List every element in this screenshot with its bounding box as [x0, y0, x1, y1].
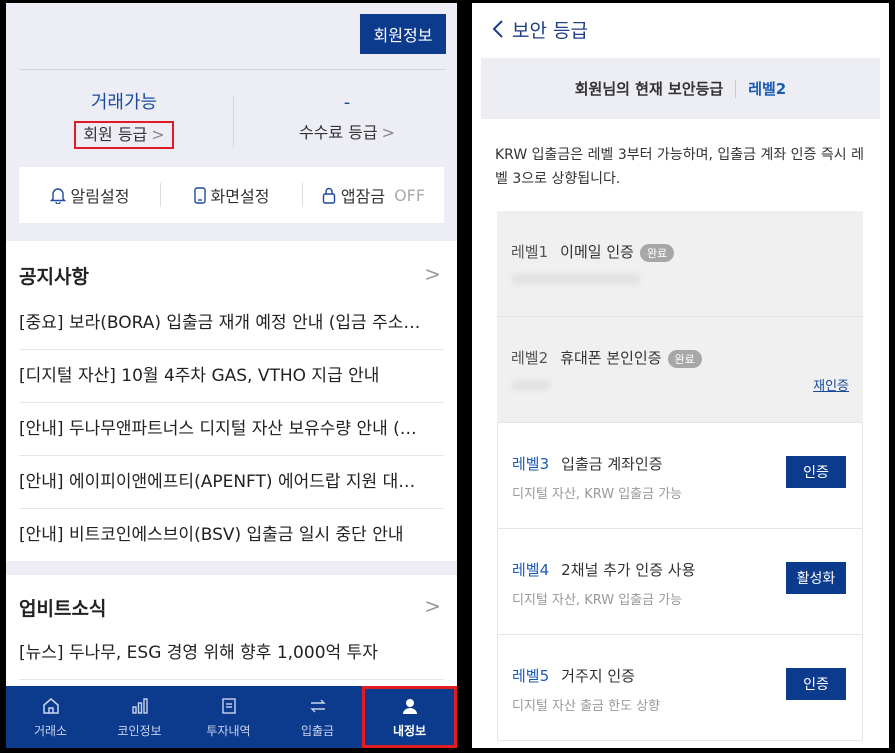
level-title: 레벨5 거주지 인증 — [512, 665, 635, 686]
level-title: 레벨1 이메일 인증 완료 — [511, 241, 675, 262]
section-gap — [6, 561, 457, 575]
level-name: 레벨4 — [512, 561, 550, 579]
chevron-right-icon: > — [381, 123, 396, 142]
notice-item[interactable]: [안내] 비트코인에스브이(BSV) 입출금 일시 중단 안내 — [19, 509, 444, 562]
nav-my-info[interactable]: 내정보 — [362, 686, 457, 748]
fee-grade-column[interactable]: - 수수료 등급 > — [242, 91, 452, 145]
nav-label: 투자내역 — [206, 723, 251, 738]
masked-email — [511, 273, 641, 285]
done-badge: 완료 — [639, 243, 675, 262]
level-card: 레벨3 입출금 계좌인증 디지털 자산, KRW 입출금 가능 인증 — [497, 423, 863, 529]
user-icon — [402, 698, 417, 714]
member-grade-link[interactable]: 회원 등급 > — [74, 121, 174, 149]
level-name: 레벨5 — [512, 667, 550, 685]
fee-grade-link[interactable]: 수수료 등급 > — [292, 121, 402, 145]
member-grade-label: 회원 등급 — [83, 125, 148, 144]
level-name: 레벨3 — [512, 455, 550, 473]
done-badge: 완료 — [667, 349, 702, 368]
level-title: 레벨4 2채널 추가 인증 사용 — [512, 559, 695, 580]
nav-deposit-withdraw[interactable]: 입출금 — [273, 686, 362, 748]
level-description: KRW 입출금은 레벨 3부터 가능하며, 입출금 계좌 인증 즉시 레벨 3으… — [495, 147, 864, 187]
level-card: 레벨1 이메일 인증 완료 — [497, 211, 863, 317]
level-text: 휴대폰 본인인증 — [560, 349, 662, 367]
notice-item[interactable]: [디지털 자산] 10월 4주차 GAS, VTHO 지급 안내 — [19, 350, 444, 403]
activate-button[interactable]: 활성화 — [786, 562, 846, 594]
level-card: 레벨2 휴대폰 본인인증 완료 재인증 — [497, 317, 863, 423]
chevron-left-icon[interactable] — [492, 19, 504, 39]
alarm-settings-button[interactable]: 알림설정 — [19, 183, 160, 207]
level-text: 입출금 계좌인증 — [561, 455, 663, 473]
nav-investments[interactable]: 투자내역 — [184, 686, 273, 748]
level-name: 레벨2 — [511, 349, 549, 367]
app-lock-button[interactable]: 앱잠금 OFF — [303, 183, 444, 207]
notice-item[interactable]: [안내] 에이피이앤에프티(APENFT) 에어드랍 지원 대… — [19, 456, 444, 509]
nav-exchange[interactable]: 거래소 — [6, 686, 95, 748]
level-text: 이메일 인증 — [560, 243, 634, 261]
level-subtext: 디지털 자산 출금 한도 상향 — [512, 699, 661, 714]
alarm-settings-label: 알림설정 — [70, 187, 130, 206]
phone-icon — [193, 186, 206, 204]
nav-label: 코인정보 — [117, 723, 162, 738]
bell-icon — [49, 187, 66, 204]
nav-label: 내정보 — [392, 723, 427, 738]
level-card: 레벨4 2채널 추가 인증 사용 디지털 자산, KRW 입출금 가능 활성화 — [497, 529, 863, 635]
level-subtext: 디지털 자산, KRW 입출금 가능 — [512, 487, 683, 502]
notice-item[interactable]: [안내] 두나무앤파트너스 디지털 자산 보유수량 안내 (… — [19, 403, 444, 456]
my-info-screen: 회원정보 거래가능 회원 등급 > - 수수료 등급 > 알림설정 화면설정 앱… — [6, 3, 457, 748]
bar-chart-icon — [131, 697, 148, 714]
settings-bar: 알림설정 화면설정 앱잠금 OFF — [19, 167, 444, 223]
app-lock-state: OFF — [394, 185, 426, 205]
member-grade-column[interactable]: 거래가능 회원 등급 > — [19, 91, 229, 149]
chevron-right-icon[interactable]: > — [424, 262, 441, 286]
level-text: 2채널 추가 인증 사용 — [561, 561, 696, 579]
trade-status: 거래가능 — [90, 92, 158, 113]
fee-value: - — [343, 92, 351, 113]
document-icon — [221, 697, 236, 714]
header: 보안 등급 — [472, 3, 889, 55]
news-title: 업비트소식 — [19, 598, 107, 620]
app-lock-label: 앱잠금 — [340, 187, 386, 206]
screen-settings-label: 화면설정 — [210, 187, 270, 206]
screen-settings-button[interactable]: 화면설정 — [161, 183, 302, 207]
chevron-right-icon[interactable]: > — [424, 594, 441, 618]
transfer-arrows-icon — [309, 699, 326, 712]
verify-button[interactable]: 인증 — [786, 456, 846, 488]
notice-item[interactable]: [중요] 보라(BORA) 입출금 재개 예정 안내 (입금 주소… — [19, 297, 444, 350]
fee-grade-label: 수수료 등급 — [298, 123, 378, 142]
current-level-value: 레벨2 — [748, 80, 787, 98]
level-subtext: 디지털 자산, KRW 입출금 가능 — [512, 593, 683, 608]
masked-phone — [511, 379, 551, 391]
home-icon — [42, 697, 59, 714]
account-summary: 회원정보 거래가능 회원 등급 > - 수수료 등급 > 알림설정 화면설정 앱… — [6, 3, 457, 241]
level-title: 레벨2 휴대폰 본인인증 완료 — [511, 347, 702, 368]
security-level-screen: 보안 등급 회원님의 현재 보안등급 레벨2 KRW 입출금은 레벨 3부터 가… — [472, 3, 889, 748]
bottom-nav: 거래소 코인정보 투자내역 입출금 내정보 — [6, 686, 457, 748]
divider — [19, 69, 446, 70]
verify-button[interactable]: 인증 — [786, 668, 846, 700]
divider — [233, 95, 234, 147]
notice-title: 공지사항 — [19, 266, 89, 288]
current-level-label: 회원님의 현재 보안등급 — [574, 80, 724, 98]
divider — [735, 79, 737, 98]
chevron-right-icon: > — [151, 125, 165, 144]
level-card: 레벨5 거주지 인증 디지털 자산 출금 한도 상향 인증 — [497, 635, 863, 741]
member-info-button[interactable]: 회원정보 — [360, 14, 446, 54]
level-name: 레벨1 — [511, 243, 549, 261]
level-text: 거주지 인증 — [561, 667, 635, 685]
page-title: 보안 등급 — [512, 19, 588, 42]
news-item[interactable]: [뉴스] 두나무, ESG 경영 위해 향후 1,000억 투자 — [19, 627, 444, 680]
nav-coin-info[interactable]: 코인정보 — [95, 686, 184, 748]
nav-label: 거래소 — [33, 723, 68, 738]
current-level-banner: 회원님의 현재 보안등급 레벨2 — [481, 58, 880, 119]
level-title: 레벨3 입출금 계좌인증 — [512, 453, 663, 474]
nav-label: 입출금 — [300, 723, 335, 738]
reauth-link[interactable]: 재인증 — [813, 375, 849, 394]
lock-icon — [322, 187, 336, 204]
